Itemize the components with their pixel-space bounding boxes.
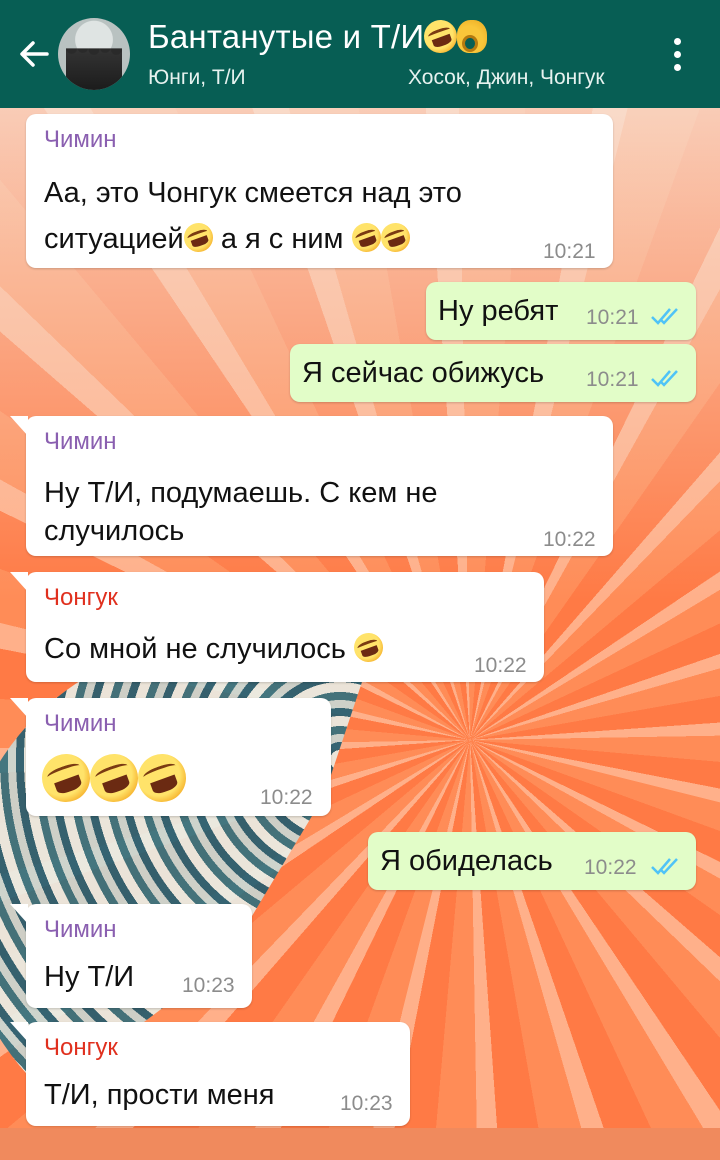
rofl-emoji-icon (347, 219, 385, 257)
message-time: 10:23 (340, 1092, 393, 1115)
sender-name: Чимин (44, 916, 117, 943)
message-text: Т/И, прости меня (44, 1079, 275, 1111)
read-ticks-icon (651, 858, 678, 875)
message-incoming[interactable]: Чимин Ну Т/И, подумаешь. С кем не случил… (10, 416, 613, 556)
message-text: Я обиделась (380, 845, 553, 877)
message-outgoing[interactable]: Я обиделась 10:22 (368, 832, 696, 890)
sender-name: Чимин (44, 710, 117, 737)
read-ticks-icon (651, 308, 678, 325)
message-incoming[interactable]: Чимин Аа, это Чонгук смеется над это сит… (26, 114, 613, 268)
rofl-emoji-icon (83, 747, 145, 809)
more-vert-icon-dot (673, 37, 681, 45)
message-text: Ну ребят (438, 295, 559, 327)
message-outgoing[interactable]: Я сейчас обижусь 10:21 (290, 344, 696, 402)
group-photo (66, 48, 122, 90)
read-ticks-icon (651, 370, 678, 387)
message-time: 10:22 (260, 786, 313, 809)
more-vert-icon-dot (673, 50, 681, 58)
rofl-emoji-icon (419, 15, 462, 58)
message-text-segment: Со мной не случилось (44, 633, 346, 665)
message-incoming[interactable]: Чонгук Со мной не случилось 10:22 (10, 572, 544, 682)
more-vert-icon-dot (673, 63, 681, 71)
chat-header: Бантанутые и Т/И Юнги, Т/И Хосок, Джин, … (0, 0, 720, 108)
message-time: 10:21 (543, 240, 596, 263)
message-text-line: Ну Т/И, подумаешь. С кем не (44, 477, 438, 509)
message-text: Со мной не случилось (44, 629, 388, 668)
sender-name: Чимин (44, 126, 117, 153)
message-incoming[interactable]: Чонгук Т/И, прости меня 10:23 (10, 1022, 410, 1126)
message-outgoing[interactable]: Ну ребят 10:21 (426, 282, 696, 340)
message-text: Ну Т/И, подумаешь. С кем не случилось (44, 474, 437, 550)
message-text-segment: ситуацией (44, 223, 184, 255)
ok-hand-emoji-icon (457, 19, 487, 53)
message-time: 10:22 (543, 528, 596, 551)
rofl-emoji-icon (349, 629, 388, 667)
rofl-emoji-icon (376, 219, 414, 257)
message-incoming[interactable]: Чимин Ну Т/И 10:23 (10, 904, 252, 1008)
message-text-line: ситуацией а я с ним (44, 219, 462, 258)
message-text: Я сейчас обижусь (302, 357, 545, 389)
message-time: 10:21 (586, 368, 639, 391)
back-arrow-icon (20, 41, 49, 67)
chat-title[interactable]: Бантанутые и Т/И (148, 15, 487, 58)
message-time: 10:22 (584, 856, 637, 879)
message-text-line: Аа, это Чонгук смеется над это (44, 177, 462, 209)
rofl-emoji-icon (131, 747, 193, 809)
message-text: Ну Т/И (44, 961, 135, 993)
group-avatar[interactable] (58, 18, 130, 90)
message-text-line: случилось (44, 515, 185, 547)
back-button[interactable] (12, 30, 56, 78)
more-options-button[interactable] (660, 30, 694, 78)
chat-members[interactable]: Юнги, Т/И Хосок, Джин, Чонгук (148, 66, 614, 94)
message-incoming[interactable]: Чимин 10:22 (10, 698, 331, 816)
members-part-2: Хосок, Джин, Чонгук (408, 66, 605, 89)
sender-name: Чимин (44, 428, 117, 455)
message-time: 10:23 (182, 974, 235, 997)
members-part-1: Юнги, Т/И (148, 66, 246, 89)
message-time: 10:21 (586, 306, 639, 329)
rofl-emoji-icon (179, 219, 217, 257)
message-list[interactable]: Чимин Аа, это Чонгук смеется над это сит… (0, 108, 720, 1128)
message-emoji-only (35, 747, 193, 809)
message-time: 10:22 (474, 654, 527, 677)
message-text-segment: а я с ним (220, 223, 344, 255)
sender-name: Чонгук (44, 584, 118, 611)
sender-name: Чонгук (44, 1034, 118, 1061)
message-text: Аа, это Чонгук смеется над это ситуацией… (44, 174, 462, 258)
rofl-emoji-icon (35, 747, 97, 809)
chat-title-text: Бантанутые и Т/И (148, 18, 425, 55)
